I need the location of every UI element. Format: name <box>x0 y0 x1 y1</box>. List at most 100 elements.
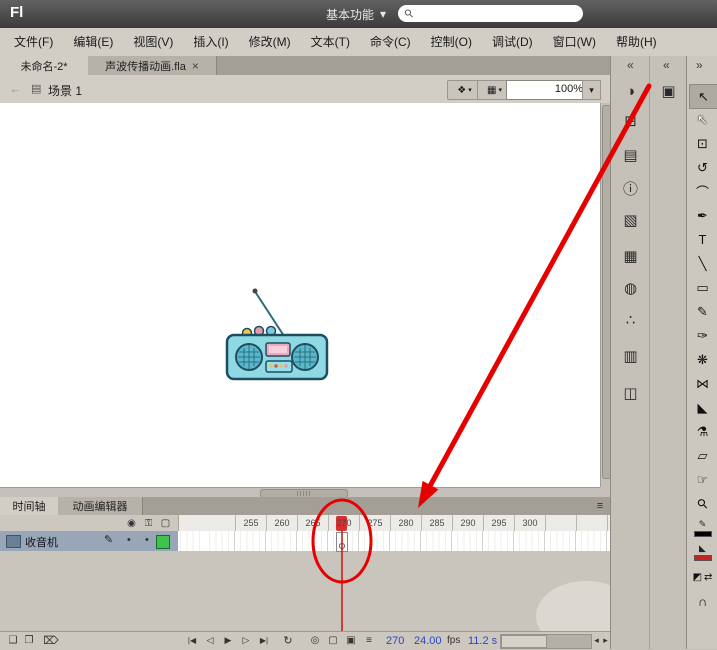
first-frame-button[interactable]: |◀ <box>184 633 200 648</box>
tools-panel: » ↖ ↖ ⊡ ↺ ⌒ ✒ T ╲ ▭ ✎ ✑ ❋ ⋈ ◣ ⚗ ▱ ☞ ⚲ ✎ … <box>686 56 717 649</box>
frame-rate-unit: fps <box>447 635 461 646</box>
subselection-tool[interactable]: ↖ <box>689 108 716 131</box>
pencil-edit-icon: ✎ <box>104 534 114 546</box>
radio-symbol-drawing[interactable] <box>222 281 332 386</box>
menu-debug[interactable]: 调试(D) <box>482 29 543 56</box>
menu-edit[interactable]: 编辑(E) <box>63 29 123 56</box>
tab-motion-editor[interactable]: 动画编辑器 <box>58 497 143 515</box>
pencil-tool[interactable]: ✎ <box>689 300 716 323</box>
3d-rotation-tool[interactable]: ↺ <box>689 156 716 179</box>
current-frame-value[interactable]: 270 <box>386 633 404 648</box>
bone-tool[interactable]: ⋈ <box>689 372 716 395</box>
pen-tool[interactable]: ✒ <box>689 204 716 227</box>
previous-frame-button[interactable]: ◁ <box>202 633 218 648</box>
menu-modify[interactable]: 修改(M) <box>239 29 301 56</box>
menu-text[interactable]: 文本(T) <box>301 29 360 56</box>
hand-tool[interactable]: ☞ <box>689 468 716 491</box>
fill-color-swatch[interactable]: ◣ <box>690 542 715 562</box>
collapse-tools-icon[interactable]: » <box>696 58 703 72</box>
tab-soundwave-fla[interactable]: 声波传播动画.fla × <box>88 56 217 75</box>
history-panel-icon[interactable]: ∴ <box>614 307 647 333</box>
menu-commands[interactable]: 命令(C) <box>360 29 421 56</box>
lasso-tool[interactable]: ⌒ <box>689 180 716 203</box>
info-panel-icon[interactable]: ⓘ <box>614 175 647 201</box>
scrollbar-thumb[interactable] <box>501 635 547 648</box>
elapsed-time-value[interactable]: 11.2 s <box>468 633 497 648</box>
close-icon[interactable]: × <box>192 59 199 73</box>
center-frame-icon[interactable]: ◎ <box>308 633 322 648</box>
back-arrow-icon[interactable]: ← <box>9 81 22 96</box>
last-frame-button[interactable]: ▶| <box>256 633 272 648</box>
align-panel-icon[interactable]: ▤ <box>614 142 647 168</box>
preview-panel-icon[interactable]: ▣ <box>652 78 685 104</box>
brush-tool[interactable]: ✑ <box>689 324 716 347</box>
scroll-right-icon[interactable]: ▸ <box>601 633 610 648</box>
menu-view[interactable]: 视图(V) <box>123 29 183 56</box>
menu-control[interactable]: 控制(O) <box>421 29 482 56</box>
search-box[interactable]: ⚲ <box>398 4 583 23</box>
stroke-color-swatch[interactable]: ✎ <box>690 518 715 538</box>
paint-bucket-tool[interactable]: ◣ <box>689 396 716 419</box>
library-panel-icon[interactable]: ▥ <box>614 343 647 369</box>
eyedropper-tool[interactable]: ⚗ <box>689 420 716 443</box>
swap-colors-icon[interactable]: ⇄ <box>704 572 712 583</box>
layer-outline-color-swatch[interactable] <box>156 535 170 549</box>
scroll-left-icon[interactable]: ◂ <box>592 633 601 648</box>
collapse-panels-icon[interactable]: « <box>627 58 634 72</box>
layer-visibility-dot[interactable]: • <box>127 534 131 546</box>
text-tool[interactable]: T <box>689 228 716 251</box>
tab-untitled-2[interactable]: 未命名-2* <box>0 56 89 75</box>
outline-icon[interactable]: ▢ <box>158 516 173 530</box>
delete-layer-icon[interactable]: ⌦ <box>43 633 59 648</box>
eye-icon[interactable]: ◉ <box>124 516 139 530</box>
onion-skin-icon[interactable]: ▢ <box>326 633 340 648</box>
black-white-icon[interactable]: ◩ <box>693 572 702 583</box>
loop-icon[interactable]: ↻ <box>280 633 296 648</box>
zoom-level-input[interactable]: 100% <box>506 80 589 100</box>
stage-canvas[interactable] <box>0 103 600 487</box>
edit-bar: ← ▤ 场景 1 ❖ ▾ ▦ ▾ 100% ▾ <box>0 75 610 104</box>
panel-menu-icon[interactable]: ≡ <box>592 498 608 514</box>
layer-frames-strip[interactable] <box>178 531 610 552</box>
tab-timeline[interactable]: 时间轴 <box>0 497 59 515</box>
tab-label: 未命名-2* <box>20 60 68 73</box>
scene-label: 场景 1 <box>48 84 83 98</box>
workspace-switcher-button[interactable]: 基本功能 ▾ <box>318 4 394 24</box>
transform-panel-icon[interactable]: ▧ <box>614 207 647 233</box>
layer-lock-dot[interactable]: • <box>145 534 149 546</box>
search-input[interactable] <box>413 4 583 23</box>
code-snippets-panel-icon[interactable]: ▦ <box>614 243 647 269</box>
play-button[interactable]: ▶ <box>220 633 236 648</box>
eraser-tool[interactable]: ▱ <box>689 444 716 467</box>
ruler-285: 285 <box>429 518 445 528</box>
edit-multiple-frames-icon[interactable]: ≡ <box>362 633 376 648</box>
motion-presets-panel-icon[interactable]: ◍ <box>614 275 647 301</box>
frame-ruler[interactable]: 255 260 265 270 275 280 285 290 295 300 <box>178 515 611 531</box>
strings-panel-icon[interactable]: ◫ <box>614 380 647 406</box>
zoom-tool-icon[interactable]: ⚲ <box>693 494 711 512</box>
color-panel-icon[interactable]: ◑ <box>614 78 647 104</box>
new-folder-icon[interactable]: ❒ <box>22 633 36 648</box>
menu-help[interactable]: 帮助(H) <box>606 29 667 56</box>
menu-insert[interactable]: 插入(I) <box>183 29 238 56</box>
onion-skin-outlines-icon[interactable]: ▣ <box>344 633 358 648</box>
layer-item-radio[interactable]: 收音机 ✎ • • <box>0 531 178 552</box>
line-tool[interactable]: ╲ <box>689 252 716 275</box>
free-transform-tool[interactable]: ⊡ <box>689 132 716 155</box>
lock-icon[interactable]: ⚿ <box>141 516 156 530</box>
timeline-horizontal-scrollbar[interactable] <box>500 634 592 649</box>
collapse-panels-icon[interactable]: « <box>663 58 670 72</box>
next-frame-button[interactable]: ▷ <box>238 633 254 648</box>
keyframe-at-270[interactable] <box>336 532 348 552</box>
zoom-dropdown-button[interactable]: ▾ <box>582 80 601 100</box>
selection-tool[interactable]: ↖ <box>689 84 717 109</box>
deco-tool[interactable]: ❋ <box>689 348 716 371</box>
snap-to-objects-icon[interactable]: ∩ <box>689 590 716 613</box>
menu-file[interactable]: 文件(F) <box>4 29 63 56</box>
swatches-panel-icon[interactable]: ⊞ <box>614 108 647 134</box>
title-bar: Fl 基本功能 ▾ ⚲ <box>0 0 717 28</box>
menu-window[interactable]: 窗口(W) <box>543 29 606 56</box>
frame-rate-value[interactable]: 24.00 <box>414 633 442 648</box>
rectangle-tool[interactable]: ▭ <box>689 276 716 299</box>
new-layer-icon[interactable]: ❑ <box>6 633 20 648</box>
